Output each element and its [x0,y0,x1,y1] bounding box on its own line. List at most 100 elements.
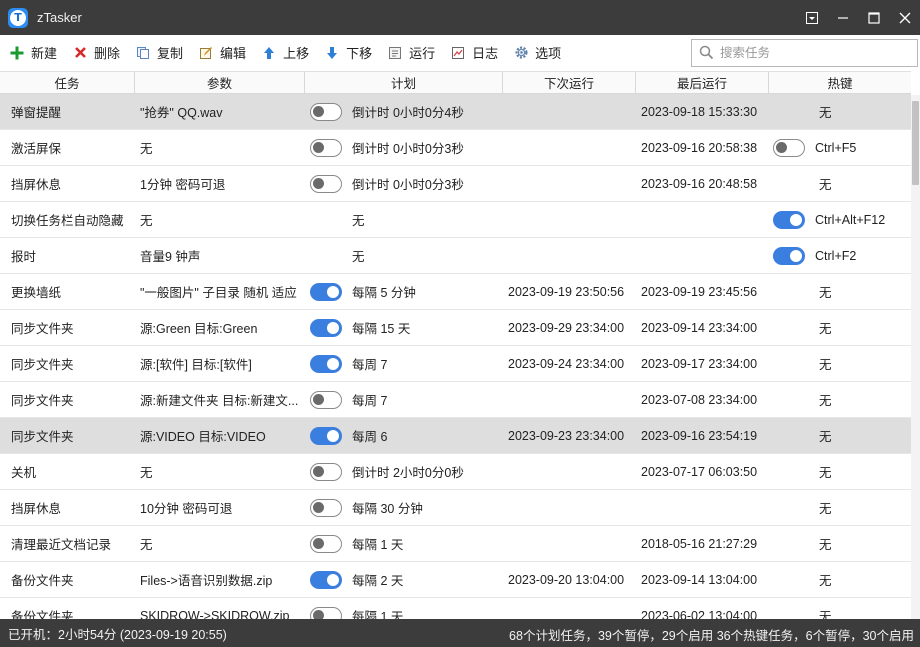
hotkey-text: 无 [819,466,832,480]
table-row[interactable]: 挡屏休息 1分钟 密码可退 倒计时 0小时0分3秒 2023-09-16 20:48:… [0,166,911,202]
table-row[interactable]: 同步文件夹 源:新建文件夹 目标:新建文... 每周 7 2023-07-08 23:… [0,382,911,418]
minimize-button[interactable] [827,0,858,35]
task-param-cell: 无 [140,214,153,228]
schedule-toggle[interactable] [310,606,342,619]
move-down-button[interactable]: 下移 [318,39,378,67]
task-name-cell: 更换墙纸 [11,286,62,300]
toggle-knob [327,285,339,298]
column-header-last-run[interactable]: 最后运行 [636,72,769,93]
last-run-cell: 2023-09-16 23:54:19 [641,428,758,443]
hotkey-toggle[interactable] [773,210,805,229]
dropdown-box-icon [805,11,818,24]
task-schedule-cell: 倒计时 0小时0分3秒 [305,166,503,202]
run-icon [387,45,403,61]
schedule-toggle[interactable] [310,534,342,553]
hotkey-toggle[interactable] [773,246,805,265]
options-button[interactable]: 选项 [507,39,567,67]
column-header-params[interactable]: 参数 [135,72,305,93]
table-row[interactable]: 挡屏休息 10分钟 密码可退 每隔 30 分钟 无 [0,490,911,526]
schedule-toggle[interactable] [310,462,342,481]
next-run-cell [503,526,636,562]
task-name-cell: 报时 [11,250,37,264]
window-menu-button[interactable] [796,0,827,35]
next-run-cell: 2023-09-24 23:34:00 [508,356,625,371]
move-up-button[interactable]: 上移 [255,39,315,67]
table-row[interactable]: 备份文件夹 SKIDROW->SKIDROW.zip 每隔 1 天 2023-06-0… [0,598,911,619]
table-row[interactable]: 同步文件夹 源:VIDEO 目标:VIDEO 每周 6 2023-09-23 23:3… [0,418,911,454]
last-run-cell: 2023-09-17 23:34:00 [641,356,758,371]
log-button[interactable]: 日志 [444,39,504,67]
next-run-cell [503,238,636,274]
task-name-cell: 同步文件夹 [11,430,74,444]
toggle-knob [313,537,324,549]
column-header-schedule[interactable]: 计划 [305,72,503,93]
hotkey-text: 无 [819,538,832,552]
hotkey-text: 无 [819,286,832,300]
schedule-toggle[interactable] [310,102,342,121]
schedule-text: 每周 7 [352,358,388,372]
task-param-cell: 10分钟 密码可退 [140,502,233,516]
schedule-text: 每隔 5 分钟 [352,286,416,300]
maximize-button[interactable] [858,0,889,35]
hotkey-cell: Ctrl+F2 [769,238,911,274]
arrow-up-icon [261,45,277,61]
last-run-cell: 2023-09-18 15:33:30 [641,104,758,119]
column-header-next-run[interactable]: 下次运行 [503,72,636,93]
task-schedule-cell: 每隔 30 分钟 [305,490,503,526]
task-schedule-cell: 每周 7 [305,346,503,382]
table-row[interactable]: 关机 无 倒计时 2小时0分0秒 2023-07-17 06:03:50 无 [0,454,911,490]
hotkey-toggle[interactable] [773,138,805,157]
run-task-button[interactable]: 运行 [381,39,441,67]
task-param-cell: 源:新建文件夹 目标:新建文... [140,394,299,408]
table-row[interactable]: 更换墙纸 "一般图片" 子目录 随机 适应 每隔 5 分钟 2023-09-19 23… [0,274,911,310]
new-task-button[interactable]: 新建 [3,39,63,67]
schedule-text: 每隔 15 天 [352,322,411,336]
table-row[interactable]: 同步文件夹 源:Green 目标:Green 每隔 15 天 2023-09-29 2… [0,310,911,346]
vertical-scrollbar[interactable] [911,95,920,619]
schedule-toggle[interactable] [310,498,342,517]
table-row[interactable]: 切换任务栏自动隐藏 无 无 Ctrl+Alt+F12 [0,202,911,238]
search-input[interactable] [720,46,910,60]
schedule-toggle[interactable] [310,318,342,337]
task-name-cell: 同步文件夹 [11,358,74,372]
task-name-cell: 备份文件夹 [11,610,74,619]
hotkey-text: 无 [819,610,832,619]
table-row[interactable]: 弹窗提醒 "抢券" QQ.wav 倒计时 0小时0分4秒 2023-09-18 15:… [0,94,911,130]
next-run-cell [503,94,636,130]
column-header-task[interactable]: 任务 [0,72,135,93]
table-row[interactable]: 备份文件夹 Files->语音识别数据.zip 每隔 2 天 2023-09-20 1… [0,562,911,598]
schedule-toggle[interactable] [310,282,342,301]
close-button[interactable] [889,0,920,35]
hotkey-text: 无 [819,502,832,516]
hotkey-text: 无 [819,178,832,192]
schedule-text: 每周 7 [352,394,388,408]
last-run-cell: 2023-09-16 20:48:58 [641,176,758,191]
copy-task-button[interactable]: 复制 [129,39,189,67]
last-run-cell: 2023-09-19 23:45:56 [641,284,758,299]
hotkey-cell: 无 [769,490,911,526]
table-row[interactable]: 清理最近文档记录 无 每隔 1 天 2018-05-16 21:27:29 无 [0,526,911,562]
schedule-toggle[interactable] [310,390,342,409]
schedule-toggle[interactable] [310,354,342,373]
toggle-knob [790,249,802,262]
scrollbar-thumb[interactable] [912,101,919,185]
table-row[interactable]: 同步文件夹 源:[软件] 目标:[软件] 每周 7 2023-09-24 23:34:… [0,346,911,382]
schedule-text: 每隔 1 天 [352,538,404,552]
close-icon [899,12,910,23]
table-row[interactable]: 报时 音量9 钟声 无 Ctrl+F2 [0,238,911,274]
table-row[interactable]: 激活屏保 无 倒计时 0小时0分3秒 2023-09-16 20:58:38 Ctrl+… [0,130,911,166]
search-box[interactable] [691,39,918,67]
hotkey-cell: 无 [769,94,911,130]
schedule-toggle[interactable] [310,174,342,193]
schedule-toggle[interactable] [310,138,342,157]
hotkey-text: Ctrl+F2 [815,248,857,263]
delete-task-button[interactable]: 删除 [66,39,126,67]
schedule-toggle[interactable] [310,426,342,445]
task-schedule-cell: 每隔 5 分钟 [305,274,503,310]
hotkey-cell: 无 [769,526,911,562]
column-header-hotkey[interactable]: 热键 [769,72,911,93]
hotkey-cell: Ctrl+F5 [769,130,911,166]
edit-task-button[interactable]: 编辑 [192,39,252,67]
schedule-toggle[interactable] [310,570,342,589]
toggle-knob [327,321,339,334]
